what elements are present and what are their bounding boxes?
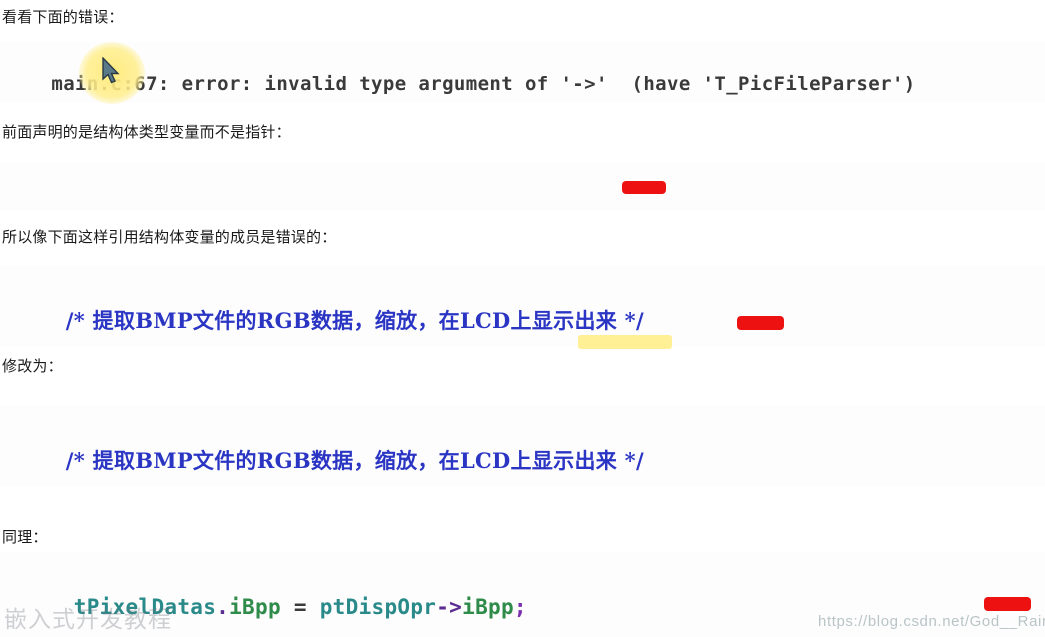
- text-likewise: 同理：: [2, 529, 48, 546]
- wrong-comment-line: /* 提取BMP文件的RGB数据，缩放，在LCD上显示出来 */: [0, 265, 1045, 347]
- error-lineno-1: 67: [134, 73, 158, 95]
- compiler-error-block: main.c:67: error: invalid type argument …: [0, 42, 1045, 102]
- text-declared-as-struct-not-pointer: 前面声明的是结构体类型变量而不是指针：: [2, 124, 291, 141]
- watermark-chinese: 嵌入式开发教程: [4, 606, 172, 632]
- error-file-1: main.c:: [51, 73, 135, 95]
- intro-text-look-at-errors: 看看下面的错误：: [2, 9, 124, 26]
- red-marker-likewise: [984, 597, 1031, 611]
- likewise-rhs-arrow: ->: [436, 595, 463, 619]
- text-wrong-member-access: 所以像下面这样引用结构体变量的成员是错误的：: [2, 229, 337, 246]
- extern-declaration-block: extern T_PicFileParser g_tBMPParser;: [0, 163, 1045, 211]
- fixed-comment-line: /* 提取BMP文件的RGB数据，缩放，在LCD上显示出来 */: [0, 405, 1045, 487]
- red-marker-wrong-usage: [737, 316, 784, 330]
- wrong-usage-code-block: /* 提取BMP文件的RGB数据，缩放，在LCD上显示出来 */ iRet = …: [0, 265, 1045, 347]
- extern-declaration-line: extern T_PicFileParser g_tBMPParser;: [0, 163, 1045, 211]
- likewise-lhs-member: iBpp: [229, 595, 281, 619]
- error-message-1: invalid type argument of '->' (have 'T_P…: [264, 73, 916, 95]
- error-sep-1: :: [157, 73, 182, 95]
- likewise-semicolon-1: ;: [513, 595, 527, 619]
- fixed-usage-code-block: /* 提取BMP文件的RGB数据，缩放，在LCD上显示出来 */ iRet = …: [0, 405, 1045, 487]
- text-change-to: 修改为：: [2, 358, 63, 375]
- likewise-rhs-member: iBpp: [462, 595, 514, 619]
- error-severity-1: error:: [181, 73, 265, 95]
- error-line-1: main.c:67: error: invalid type argument …: [0, 42, 1045, 102]
- fixed-comment-text: /* 提取BMP文件的RGB数据，缩放，在LCD上显示出来 */: [65, 448, 644, 473]
- red-marker-extern: [622, 181, 666, 194]
- likewise-lhs-dot: .: [216, 595, 230, 619]
- watermark-blog-url: https://blog.csdn.net/God__Rain: [818, 613, 1045, 630]
- likewise-equals: =: [280, 595, 320, 619]
- likewise-rhs-object: ptDispOpr: [319, 595, 437, 619]
- wrong-comment-text: /* 提取BMP文件的RGB数据，缩放，在LCD上显示出来 */: [65, 308, 644, 333]
